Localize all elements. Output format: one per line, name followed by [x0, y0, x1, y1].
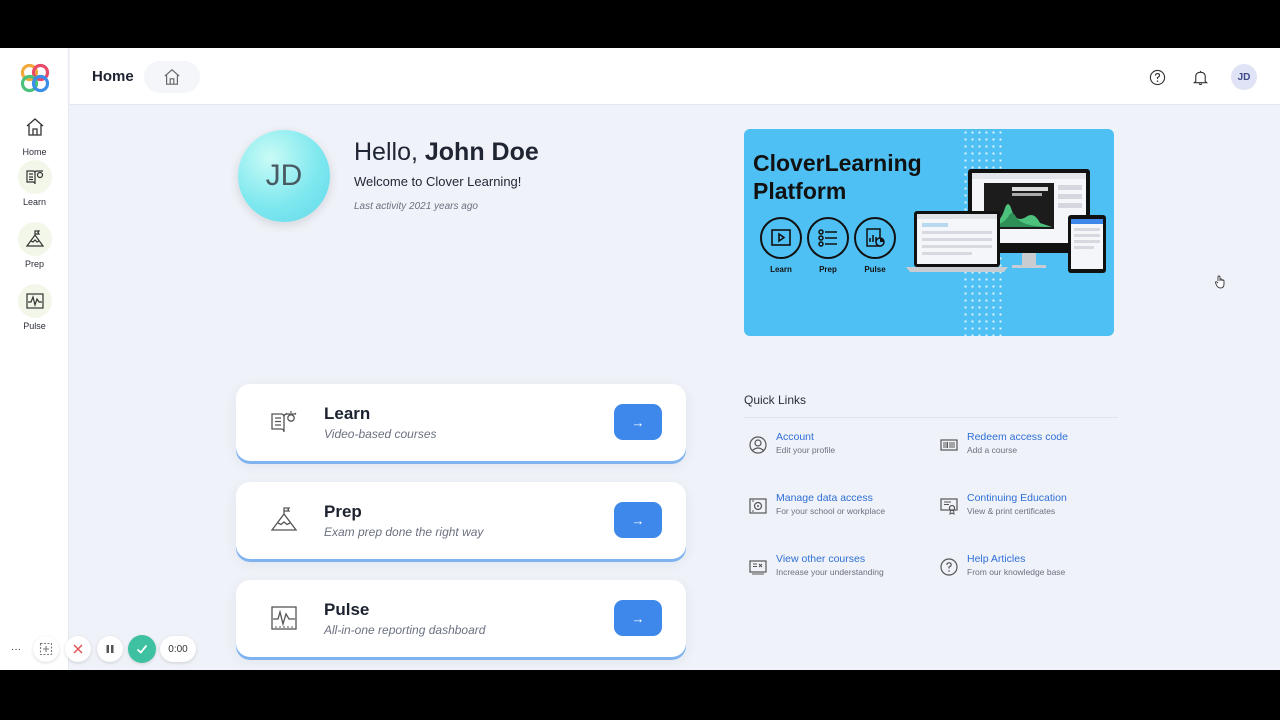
pulse-chart-icon: [271, 606, 297, 630]
help-button[interactable]: [1144, 64, 1170, 90]
banner-label-prep: Prep: [819, 265, 837, 274]
breadcrumb-home-button[interactable]: [144, 61, 200, 93]
card-subtitle: Video-based courses: [324, 427, 437, 441]
sidebar-item-prep[interactable]: Prep: [0, 222, 69, 269]
notifications-button[interactable]: [1187, 64, 1213, 90]
learn-card[interactable]: Learn Video-based courses →: [236, 384, 686, 461]
sidebar-item-label: Prep: [24, 259, 44, 269]
summit-icon: [270, 507, 298, 531]
card-subtitle: Exam prep done the right way: [324, 525, 484, 539]
recorder-capture-button[interactable]: [33, 636, 59, 662]
top-header: Home JD: [70, 48, 1280, 105]
checklist-icon: [807, 217, 849, 259]
recorder-pause-button[interactable]: [97, 636, 123, 662]
user-avatar-button[interactable]: JD: [1231, 64, 1257, 90]
quick-link-label: View other courses: [776, 553, 866, 565]
sidebar-item-label: Pulse: [23, 321, 46, 331]
banner-label-pulse: Pulse: [864, 265, 886, 274]
question-circle-icon: [935, 553, 963, 581]
pause-icon: [106, 645, 114, 653]
question-circle-icon: [1149, 69, 1165, 85]
recorder-more-button[interactable]: ···: [4, 636, 28, 662]
pulse-chart-icon: [17, 284, 52, 318]
barcode-icon: [935, 431, 963, 459]
more-dots-icon: ···: [11, 643, 21, 655]
divider: [744, 417, 1118, 418]
quick-link-subtitle: Increase your understanding: [776, 567, 884, 577]
sidebar: Home Learn Prep Pulse: [0, 48, 69, 670]
recorder-cancel-button[interactable]: [65, 636, 91, 662]
certificate-icon: [935, 492, 963, 520]
sidebar-item-label: Home: [22, 147, 47, 157]
report-chart-icon: [854, 217, 896, 259]
close-icon: [73, 644, 83, 654]
user-circle-icon: [744, 431, 772, 459]
bell-icon: [1192, 70, 1208, 85]
sidebar-item-home[interactable]: Home: [0, 110, 69, 157]
profile-avatar: JD: [238, 130, 330, 222]
book-icon: [17, 160, 52, 194]
card-subtitle: All-in-one reporting dashboard: [324, 623, 486, 637]
book-icon: [271, 411, 297, 433]
user-name: John Doe: [424, 138, 539, 166]
data-access-icon: [744, 492, 772, 520]
arrow-right-icon: →: [631, 512, 645, 528]
sidebar-item-label: Learn: [22, 197, 47, 207]
sidebar-item-pulse[interactable]: Pulse: [0, 284, 69, 331]
app-screen: Home Learn Prep Pulse Home JD JD Hello, …: [0, 48, 1280, 670]
quick-link-label: Help Articles: [967, 553, 1026, 565]
quick-link-label: Continuing Education: [967, 492, 1067, 504]
quick-link-label: Redeem access code: [967, 431, 1068, 443]
quick-link-subtitle: From our knowledge base: [967, 567, 1066, 577]
sidebar-item-learn[interactable]: Learn: [0, 160, 69, 207]
open-pulse-button[interactable]: →: [614, 600, 662, 636]
arrow-right-icon: →: [631, 610, 645, 626]
platform-banner: CloverLearning Platform Learn Prep Pulse: [744, 129, 1114, 336]
prep-card[interactable]: Prep Exam prep done the right way →: [236, 482, 686, 559]
quick-link-label: Manage data access: [776, 492, 873, 504]
recorder-timer: 0:00: [160, 636, 196, 662]
video-play-icon: [760, 217, 802, 259]
greeting-heading: Hello, John Doe: [354, 138, 539, 167]
clover-logo-icon[interactable]: [19, 62, 51, 94]
summit-icon: [17, 222, 52, 256]
card-title: Prep: [324, 502, 362, 521]
card-title: Learn: [324, 404, 371, 423]
page-title: Home: [92, 68, 134, 85]
quick-link-label: Account: [776, 431, 814, 443]
welcome-text: Welcome to Clover Learning!: [354, 174, 522, 189]
hand-cursor-icon: [1215, 275, 1225, 289]
greeting-text: Hello,: [354, 138, 425, 166]
quick-link-subtitle: For your school or workplace: [776, 506, 886, 516]
last-activity-text: Last activity 2021 years ago: [354, 201, 478, 212]
home-icon: [18, 110, 52, 144]
capture-icon: [39, 642, 53, 656]
card-title: Pulse: [324, 600, 370, 619]
open-prep-button[interactable]: →: [614, 502, 662, 538]
banner-label-learn: Learn: [770, 265, 792, 274]
quick-link-subtitle: Add a course: [967, 445, 1018, 455]
quick-links-title: Quick Links: [744, 393, 807, 407]
checkmark-icon: [136, 644, 148, 654]
home-icon: [164, 69, 180, 85]
quick-link-subtitle: View & print certificates: [967, 506, 1056, 516]
pulse-card[interactable]: Pulse All-in-one reporting dashboard →: [236, 580, 686, 657]
open-learn-button[interactable]: →: [614, 404, 662, 440]
arrow-right-icon: →: [631, 414, 645, 430]
quick-link-subtitle: Edit your profile: [776, 445, 836, 455]
devices-illustration: [906, 169, 1106, 273]
courses-icon: [744, 553, 772, 581]
recorder-finish-button[interactable]: [128, 635, 156, 663]
